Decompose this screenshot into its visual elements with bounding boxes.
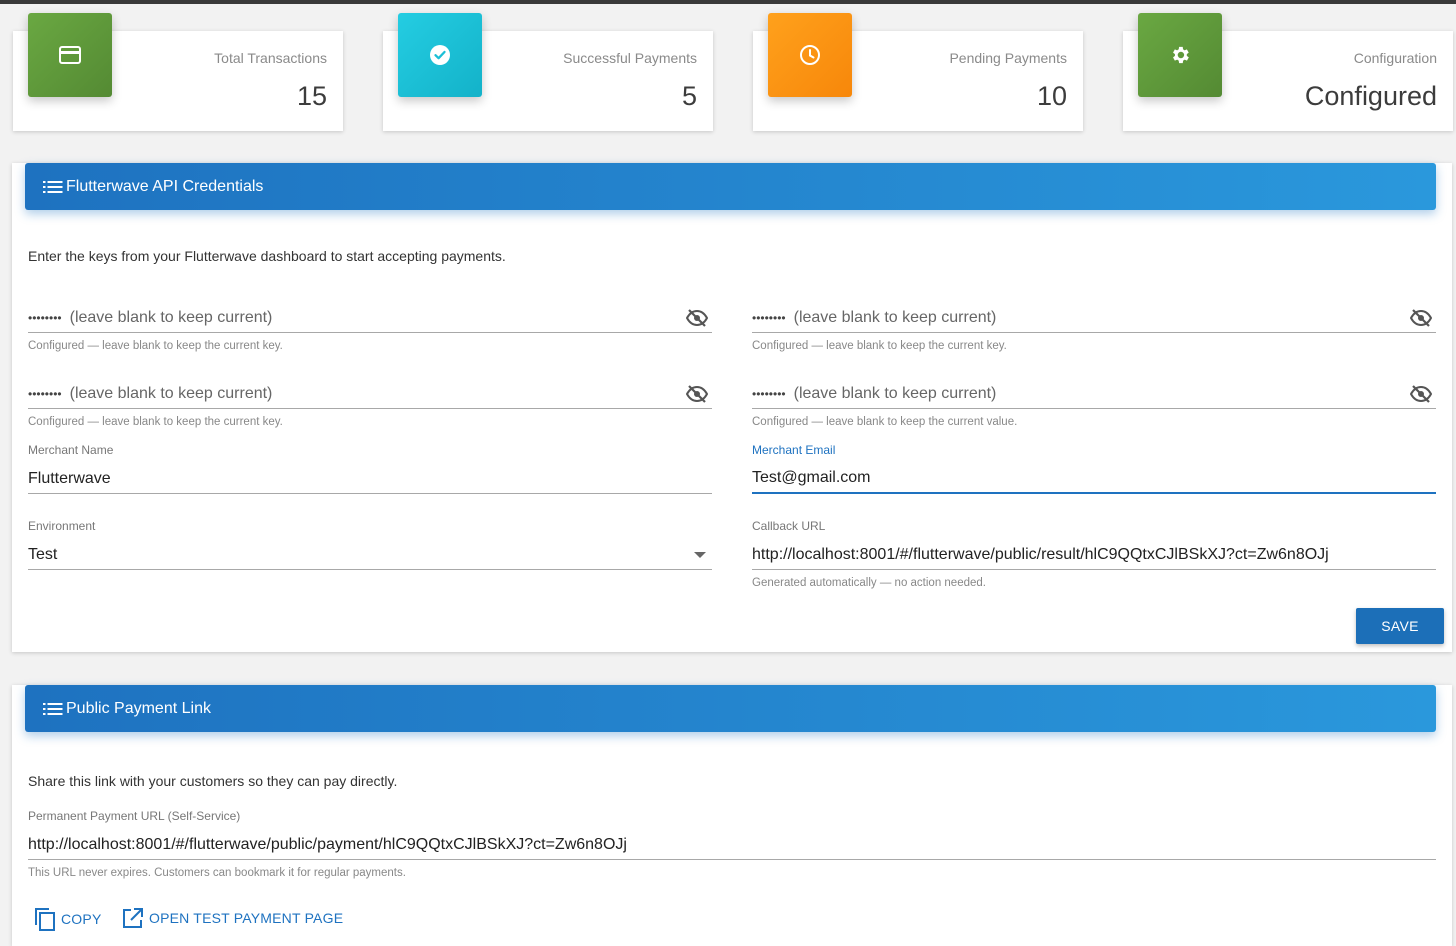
field-hint: This URL never expires. Customers can bo… xyxy=(28,867,406,879)
stat-value: 5 xyxy=(681,81,697,111)
open-test-payment-page-button[interactable]: OPEN TEST PAYMENT PAGE xyxy=(122,907,343,929)
stat-value: 15 xyxy=(296,81,327,111)
credentials-panel: Flutterwave API Credentials Enter the ke… xyxy=(12,163,1452,652)
input-value: Flutterwave xyxy=(28,469,111,487)
stat-card-configuration: Configuration Configured xyxy=(1123,13,1453,131)
open-test-payment-label: OPEN TEST PAYMENT PAGE xyxy=(149,910,344,926)
merchant-email-input[interactable]: Test@gmail.com xyxy=(752,464,1436,494)
payment-url-field: Permanent Payment URL (Self-Service) htt… xyxy=(28,809,1436,879)
secret-key-field-2: •••••••• (leave blank to keep current) C… xyxy=(752,303,1436,352)
input-placeholder: (leave blank to keep current) xyxy=(69,308,273,326)
copy-button[interactable]: COPY xyxy=(34,907,101,931)
secret-key-input-1[interactable]: •••••••• (leave blank to keep current) xyxy=(28,303,712,333)
password-mask: •••••••• xyxy=(28,310,62,325)
field-hint: Generated automatically — no action need… xyxy=(752,577,986,589)
input-value: http://localhost:8001/#/flutterwave/publ… xyxy=(752,545,1329,563)
field-hint: Configured — leave blank to keep the cur… xyxy=(28,416,283,428)
eye-off-icon[interactable] xyxy=(686,384,708,403)
secret-key-field-3: •••••••• (leave blank to keep current) C… xyxy=(28,379,712,428)
field-label: Merchant Name xyxy=(28,443,114,457)
public-link-panel-header: Public Payment Link xyxy=(25,685,1436,732)
field-label: Environment xyxy=(28,519,96,533)
secret-key-input-4[interactable]: •••••••• (leave blank to keep current) xyxy=(752,379,1436,409)
stat-card-total-transactions: Total Transactions 15 xyxy=(13,13,343,131)
password-mask: •••••••• xyxy=(28,386,62,401)
credentials-panel-header: Flutterwave API Credentials xyxy=(25,163,1436,210)
input-value: Test@gmail.com xyxy=(752,469,871,486)
secret-key-field-1: •••••••• (leave blank to keep current) C… xyxy=(28,303,712,352)
input-value: http://localhost:8001/#/flutterwave/publ… xyxy=(28,835,627,853)
input-placeholder: (leave blank to keep current) xyxy=(69,384,273,402)
gear-icon xyxy=(1138,13,1222,97)
stat-value: Configured xyxy=(1304,81,1437,111)
credentials-description: Enter the keys from your Flutterwave das… xyxy=(28,248,506,264)
merchant-name-field: Merchant Name Flutterwave xyxy=(28,443,712,494)
secret-key-input-3[interactable]: •••••••• (leave blank to keep current) xyxy=(28,379,712,409)
public-link-panel: Public Payment Link Share this link with… xyxy=(12,685,1452,946)
credit-card-icon xyxy=(28,13,112,97)
stat-label: Pending Payments xyxy=(949,50,1067,66)
save-button[interactable]: SAVE xyxy=(1356,608,1444,644)
external-link-icon xyxy=(122,907,144,929)
panel-title: Flutterwave API Credentials xyxy=(66,177,264,195)
field-label: Merchant Email xyxy=(752,443,836,457)
field-label: Callback URL xyxy=(752,519,826,533)
clock-icon xyxy=(768,13,852,97)
field-hint: Configured — leave blank to keep the cur… xyxy=(752,340,1007,352)
stat-card-successful-payments: Successful Payments 5 xyxy=(383,13,713,131)
callback-url-input[interactable]: http://localhost:8001/#/flutterwave/publ… xyxy=(752,540,1436,570)
stat-label: Successful Payments xyxy=(563,50,697,66)
stat-label: Total Transactions xyxy=(214,50,327,66)
payment-url-input[interactable]: http://localhost:8001/#/flutterwave/publ… xyxy=(28,830,1436,860)
eye-off-icon[interactable] xyxy=(686,308,708,327)
environment-select[interactable]: Test xyxy=(28,540,712,570)
stat-label: Configuration xyxy=(1353,50,1437,66)
merchant-name-input[interactable]: Flutterwave xyxy=(28,464,712,494)
input-placeholder: (leave blank to keep current) xyxy=(793,308,997,326)
check-circle-icon xyxy=(398,13,482,97)
field-label: Permanent Payment URL (Self-Service) xyxy=(28,809,241,823)
list-icon xyxy=(43,180,63,194)
environment-field: Environment Test xyxy=(28,519,712,570)
callback-url-field: Callback URL http://localhost:8001/#/flu… xyxy=(752,519,1436,589)
field-hint: Configured — leave blank to keep the cur… xyxy=(28,340,283,352)
secret-key-field-4: •••••••• (leave blank to keep current) C… xyxy=(752,379,1436,428)
stat-value: 10 xyxy=(1036,81,1067,111)
public-link-description: Share this link with your customers so t… xyxy=(28,773,398,789)
list-icon xyxy=(43,702,63,716)
password-mask: •••••••• xyxy=(752,310,786,325)
field-hint: Configured — leave blank to keep the cur… xyxy=(752,416,1018,428)
merchant-email-field: Merchant Email Test@gmail.com xyxy=(752,443,1436,494)
stat-card-pending-payments: Pending Payments 10 xyxy=(753,13,1083,131)
eye-off-icon[interactable] xyxy=(1410,384,1432,403)
panel-title: Public Payment Link xyxy=(66,699,211,717)
copy-icon xyxy=(34,907,56,931)
password-mask: •••••••• xyxy=(752,386,786,401)
copy-label: COPY xyxy=(61,911,102,927)
eye-off-icon[interactable] xyxy=(1410,308,1432,327)
caret-down-icon xyxy=(694,551,706,558)
select-value: Test xyxy=(28,545,58,563)
secret-key-input-2[interactable]: •••••••• (leave blank to keep current) xyxy=(752,303,1436,333)
input-placeholder: (leave blank to keep current) xyxy=(793,384,997,402)
